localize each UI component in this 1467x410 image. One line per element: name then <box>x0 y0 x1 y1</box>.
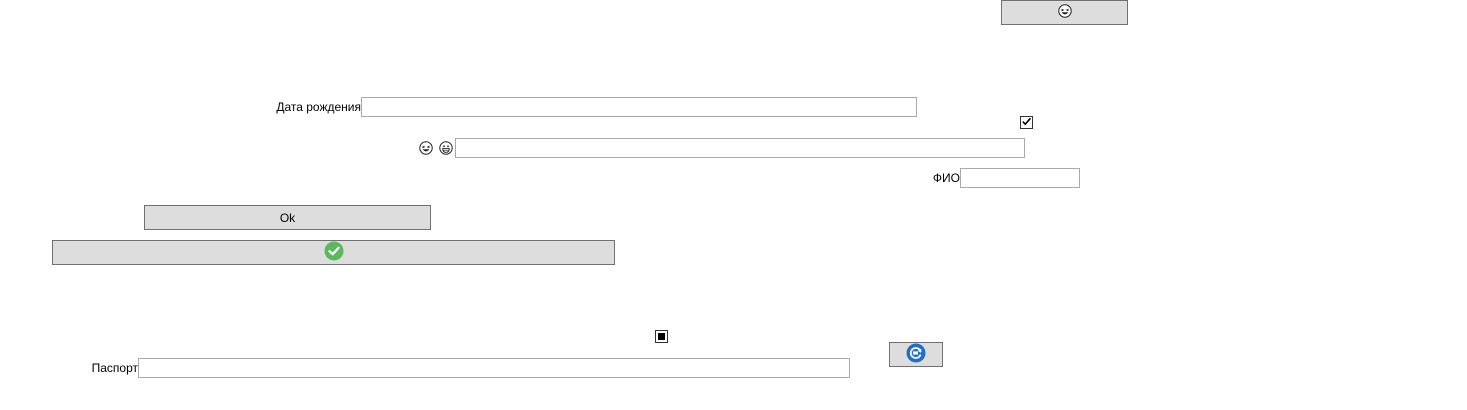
refresh-button[interactable] <box>889 342 943 367</box>
green-check-circle-icon <box>324 241 344 264</box>
indeterminate-square-icon <box>658 333 665 340</box>
blue-refresh-circle-icon <box>906 343 926 366</box>
laughing-emoji-icon <box>1057 4 1072 21</box>
confirm-button[interactable] <box>52 240 615 265</box>
checked-checkbox[interactable] <box>1020 116 1033 129</box>
laughing-emoji-icon <box>419 141 433 155</box>
indeterminate-checkbox[interactable] <box>655 330 668 343</box>
emoji-button[interactable] <box>1001 0 1128 25</box>
ok-button[interactable]: Ok <box>144 205 431 230</box>
fio-input[interactable] <box>960 168 1080 188</box>
fio-label: ФИО <box>932 171 960 185</box>
grinning-emoji-icon <box>439 141 453 155</box>
passport-label: Паспорт <box>91 361 138 375</box>
emoji-input[interactable] <box>455 138 1025 158</box>
checkmark-icon <box>1021 116 1032 130</box>
passport-input[interactable] <box>138 358 850 378</box>
birth-date-label: Дата рождения <box>276 100 361 114</box>
birth-date-input[interactable] <box>361 97 917 117</box>
